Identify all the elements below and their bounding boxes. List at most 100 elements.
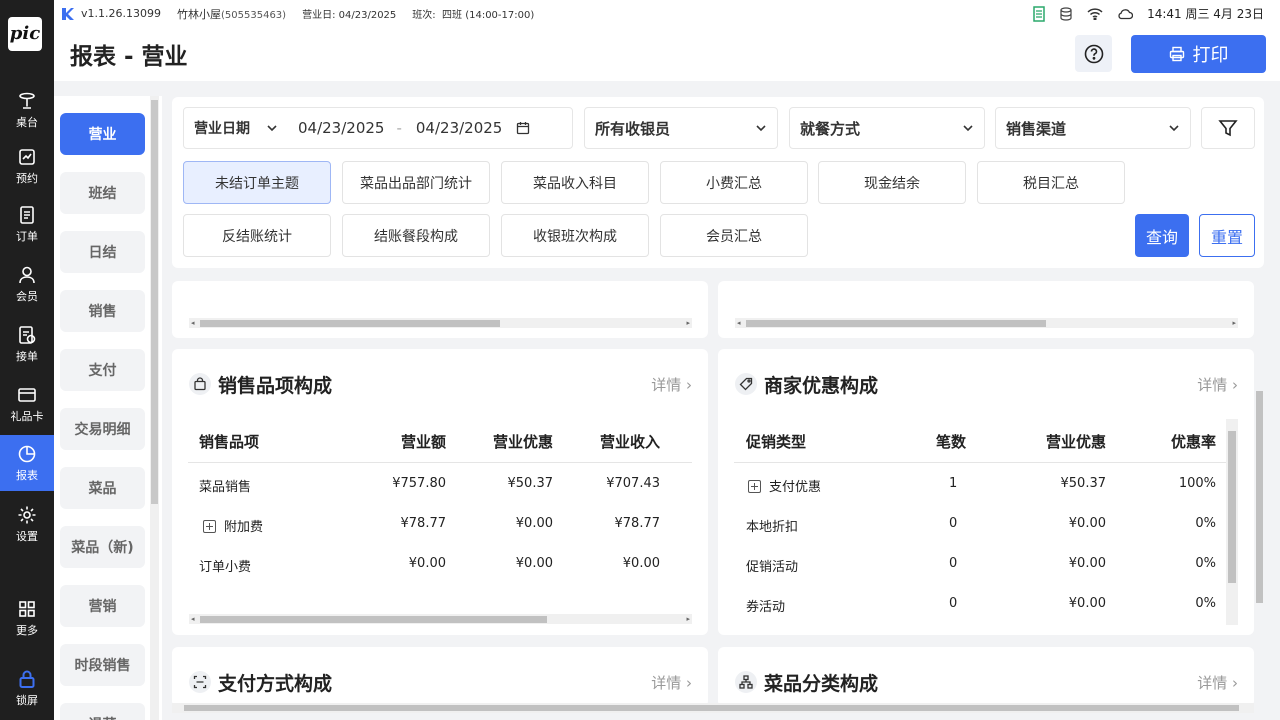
subnav-item-business[interactable]: 营业 (60, 113, 145, 155)
discounts-table: 促销类型 笔数 营业优惠 优惠率 支付优惠 1 ¥50.37 100% 本地折扣… (734, 419, 1226, 629)
report-icon (18, 445, 36, 462)
row-name: 订单小费 (199, 560, 252, 575)
row-value: ¥0.00 (1068, 516, 1106, 531)
reset-button[interactable]: 重置 (1199, 214, 1255, 257)
calendar-icon[interactable] (516, 121, 530, 135)
table-header: 销售品项 营业额 营业优惠 营业收入 (188, 419, 692, 463)
row-value: 0% (1195, 556, 1216, 571)
tag-member-summary[interactable]: 会员汇总 (660, 214, 808, 257)
filter-icon (1218, 120, 1238, 137)
tag-meal-period[interactable]: 结账餐段构成 (342, 214, 490, 257)
discounts-card: 商家优惠构成 详情 › 促销类型 笔数 营业优惠 优惠率 支付优惠 1 ¥50.… (718, 349, 1254, 635)
date-from-input[interactable]: 04/23/2025 (298, 119, 384, 137)
database-icon[interactable] (1059, 6, 1073, 21)
subnav-item-payment[interactable]: 支付 (60, 349, 145, 391)
vertical-scrollbar[interactable] (1226, 419, 1238, 625)
subnav-scroll-thumb[interactable] (151, 100, 158, 504)
row-value: 0 (949, 556, 958, 571)
nav-item-more[interactable]: 更多 (0, 590, 54, 646)
nav-label: 会员 (16, 289, 38, 303)
nav-item-gift-card[interactable]: 礼品卡 (0, 376, 54, 432)
filter-panel: 营业日期 04/23/2025 - 04/23/2025 所有收银员 就餐方式 … (172, 97, 1264, 268)
expand-icon[interactable] (203, 520, 216, 533)
subnav-item-sales[interactable]: 销售 (60, 290, 145, 332)
subnav-item-shift[interactable]: 班结 (60, 172, 145, 214)
nav-item-settings[interactable]: 设置 (0, 496, 54, 552)
content-horizontal-scrollbar[interactable] (172, 703, 1254, 713)
expand-icon[interactable] (748, 480, 761, 493)
help-button[interactable] (1075, 35, 1112, 72)
horizontal-scrollbar[interactable]: ◂ ▸ (735, 318, 1238, 328)
subnav-item-dishes-new[interactable]: 菜品（新) (60, 526, 145, 568)
hierarchy-icon (735, 671, 757, 693)
nav-item-reservation[interactable]: 预约 (0, 138, 54, 194)
nav-item-tables[interactable]: 桌台 (0, 82, 54, 138)
tag-tax-summary[interactable]: 税目汇总 (977, 161, 1125, 204)
clock: 14:41 周三 4月 23日 (1147, 7, 1264, 21)
row-value: ¥0.00 (408, 556, 446, 571)
detail-link[interactable]: 详情 › (1197, 374, 1238, 395)
detail-link[interactable]: 详情 › (1197, 672, 1238, 693)
scan-icon (189, 671, 211, 693)
nav-item-accept-orders[interactable]: 接单 (0, 316, 54, 372)
tag-unsettled-orders[interactable]: 未结订单主题 (183, 161, 331, 204)
horizontal-scrollbar[interactable]: ◂ ▸ (189, 318, 692, 328)
nav-item-members[interactable]: 会员 (0, 256, 54, 312)
subnav-item-period-sales[interactable]: 时段销售 (60, 644, 145, 686)
date-to-input[interactable]: 04/23/2025 (416, 119, 502, 137)
tag-dish-dept-stats[interactable]: 菜品出品部门统计 (342, 161, 490, 204)
print-label: 打印 (1192, 45, 1229, 66)
scroll-thumb[interactable] (1228, 431, 1236, 583)
nav-item-reports[interactable]: 报表 (0, 435, 54, 491)
column-header: 营业收入 (599, 433, 660, 451)
content-vertical-scrollbar[interactable] (1254, 283, 1264, 703)
detail-link[interactable]: 详情 › (651, 672, 692, 693)
nav-item-orders[interactable]: 订单 (0, 196, 54, 252)
subnav-item-marketing[interactable]: 营销 (60, 585, 145, 627)
tag-tip-summary[interactable]: 小费汇总 (660, 161, 808, 204)
nav-label: 礼品卡 (10, 409, 44, 423)
subnav-item-returns[interactable]: 退菜 (60, 703, 145, 720)
row-value: 0 (949, 596, 958, 611)
nav-item-lock[interactable]: 锁屏 (0, 660, 54, 716)
chevron-down-icon (756, 125, 766, 132)
tag-reverse-checkout[interactable]: 反结账统计 (183, 214, 331, 257)
nav-label: 接单 (16, 349, 38, 363)
tag-cashier-shift[interactable]: 收银班次构成 (501, 214, 649, 257)
cashier-select[interactable]: 所有收银员 (584, 107, 778, 149)
subnav-item-dishes[interactable]: 菜品 (60, 467, 145, 509)
barcode-icon[interactable] (1033, 5, 1045, 22)
gear-icon (18, 506, 36, 523)
card-title: 支付方式构成 (218, 673, 333, 695)
dining-method-select[interactable]: 就餐方式 (789, 107, 985, 149)
detail-link[interactable]: 详情 › (651, 374, 692, 395)
row-value: ¥78.77 (614, 516, 661, 531)
chevron-down-icon (1169, 125, 1179, 132)
row-name[interactable]: 附加费 (203, 516, 263, 535)
date-type-select[interactable]: 营业日期 (194, 118, 250, 138)
filter-button[interactable] (1201, 107, 1255, 149)
scroll-thumb[interactable] (1256, 391, 1263, 603)
subnav-item-transactions[interactable]: 交易明细 (60, 408, 145, 450)
store-name: 竹林小屋(505535463) (177, 7, 287, 21)
horizontal-scrollbar[interactable]: ◂ ▸ (189, 614, 692, 624)
nav-label: 报表 (16, 468, 38, 482)
accept-order-icon (19, 325, 36, 344)
query-button[interactable]: 查询 (1135, 214, 1189, 257)
column-header: 营业优惠 (492, 433, 553, 451)
order-icon (20, 205, 34, 224)
sales-channel-select[interactable]: 销售渠道 (995, 107, 1191, 149)
table-icon (19, 92, 35, 109)
print-button[interactable]: 打印 (1131, 35, 1266, 73)
subnav-item-daily[interactable]: 日结 (60, 231, 145, 273)
tag-icon (735, 373, 757, 395)
tag-cash-balance[interactable]: 现金结余 (818, 161, 966, 204)
cloud-icon[interactable] (1117, 8, 1134, 20)
row-name: 本地折扣 (746, 520, 799, 535)
subnav-scrollbar[interactable] (150, 96, 159, 720)
scroll-thumb[interactable] (184, 705, 1239, 711)
tag-dish-income-subject[interactable]: 菜品收入科目 (501, 161, 649, 204)
wifi-icon[interactable] (1087, 7, 1103, 20)
date-range-filter[interactable]: 营业日期 04/23/2025 - 04/23/2025 (183, 107, 573, 149)
row-name[interactable]: 支付优惠 (748, 476, 821, 495)
